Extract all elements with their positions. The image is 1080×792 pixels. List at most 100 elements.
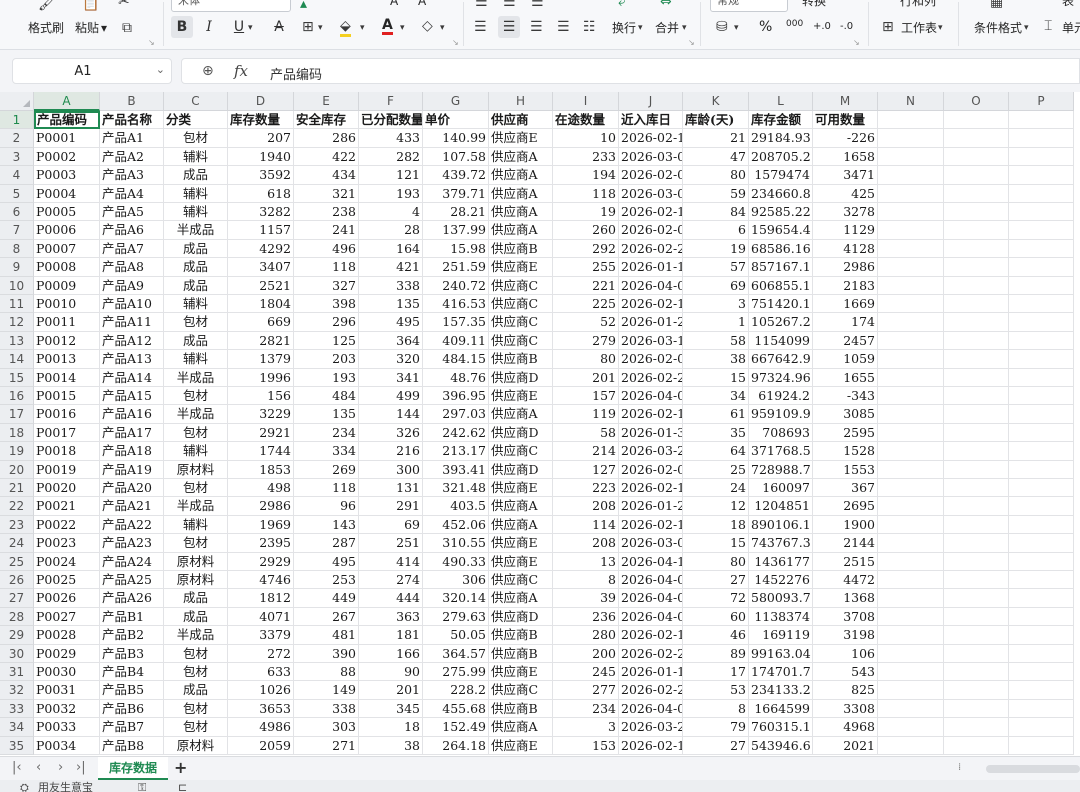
table-cell[interactable]: 303 — [294, 718, 359, 737]
table-cell[interactable]: 127 — [553, 460, 619, 479]
number-launcher-icon[interactable]: ↘ — [853, 38, 860, 47]
table-cell[interactable] — [1009, 736, 1074, 755]
row-header[interactable]: 30 — [0, 644, 34, 663]
table-cell[interactable]: 2026-04-0 — [619, 571, 683, 590]
table-cell[interactable]: P0026 — [34, 589, 100, 608]
table-cell[interactable] — [878, 295, 944, 314]
table-cell[interactable]: 242.62 — [423, 423, 489, 443]
table-cell[interactable]: 46 — [683, 626, 749, 645]
table-cell[interactable] — [944, 681, 1009, 700]
table-cell[interactable] — [1009, 479, 1074, 498]
table-cell[interactable]: 半成品 — [164, 221, 228, 240]
table-cell[interactable]: 2929 — [228, 552, 294, 571]
table-cell[interactable] — [1009, 552, 1074, 571]
table-cell[interactable]: P0024 — [34, 552, 100, 571]
underline-button[interactable]: U — [228, 16, 250, 38]
table-cell[interactable] — [944, 387, 1009, 406]
table-cell[interactable]: 供应商B — [489, 626, 553, 645]
table-cell[interactable]: 193 — [359, 184, 423, 203]
table-cell[interactable]: 207 — [228, 129, 294, 148]
table-cell[interactable]: 481 — [294, 626, 359, 645]
table-cell[interactable]: 169119 — [749, 626, 813, 645]
table-cell[interactable]: 275.99 — [423, 663, 489, 682]
table-cell[interactable]: 6 — [683, 221, 749, 240]
font-shrink-button[interactable]: A — [418, 0, 426, 8]
table-cell[interactable]: 1812 — [228, 589, 294, 608]
table-cell[interactable]: 2026-01-3 — [619, 423, 683, 443]
table-cell[interactable]: 2521 — [228, 276, 294, 295]
table-cell[interactable] — [1009, 331, 1074, 351]
table-cell[interactable]: 200 — [553, 644, 619, 663]
row-header[interactable]: 32 — [0, 681, 34, 700]
table-cell[interactable] — [878, 699, 944, 719]
table-cell[interactable]: 1853 — [228, 460, 294, 479]
table-cell[interactable]: 35 — [683, 423, 749, 443]
table-cell[interactable]: 439.72 — [423, 166, 489, 185]
table-cell[interactable]: 1157 — [228, 221, 294, 240]
status-tool-icon[interactable]: ⚿ — [138, 782, 146, 792]
freeze-button[interactable]: 单元 — [1062, 21, 1080, 35]
table-cell[interactable] — [878, 405, 944, 424]
table-cell[interactable]: 425 — [813, 184, 878, 203]
table-cell[interactable] — [944, 239, 1009, 259]
table-cell[interactable]: 203 — [294, 350, 359, 369]
table-cell[interactable]: 225 — [553, 295, 619, 314]
table-cell[interactable] — [944, 184, 1009, 203]
header-cell[interactable]: 供应商 — [489, 111, 553, 130]
justify-icon[interactable]: ☰ — [557, 19, 570, 35]
table-cell[interactable]: 164 — [359, 239, 423, 259]
table-cell[interactable]: 495 — [359, 313, 423, 332]
table-cell[interactable]: 2026-04-0 — [619, 607, 683, 627]
table-cell[interactable]: 149 — [294, 681, 359, 700]
table-cell[interactable]: 2515 — [813, 552, 878, 571]
table-cell[interactable] — [944, 295, 1009, 314]
table-cell[interactable]: 供应商E — [489, 258, 553, 277]
table-cell[interactable]: 供应商A — [489, 405, 553, 424]
column-header-f[interactable]: F — [359, 92, 423, 111]
table-cell[interactable]: 半成品 — [164, 497, 228, 516]
table-cell[interactable] — [944, 276, 1009, 295]
table-cell[interactable] — [944, 368, 1009, 387]
table-cell[interactable]: 174701.7 — [749, 663, 813, 682]
table-cell[interactable]: 产品A8 — [100, 258, 164, 277]
table-cell[interactable]: 159654.4 — [749, 221, 813, 240]
table-cell[interactable]: 416.53 — [423, 295, 489, 314]
distributed-icon[interactable]: ☷ — [583, 19, 596, 35]
table-cell[interactable]: 3471 — [813, 166, 878, 185]
table-cell[interactable]: 201 — [553, 368, 619, 387]
table-cell[interactable]: 4746 — [228, 571, 294, 590]
table-cell[interactable]: 422 — [294, 147, 359, 167]
table-cell[interactable]: 产品A21 — [100, 497, 164, 516]
chevron-down-icon[interactable]: ▾ — [400, 20, 405, 36]
row-header[interactable]: 7 — [0, 221, 34, 240]
table-cell[interactable]: 供应商E — [489, 736, 553, 755]
table-cell[interactable]: 产品A16 — [100, 405, 164, 424]
table-cell[interactable]: 72 — [683, 589, 749, 608]
table-cell[interactable] — [878, 166, 944, 185]
table-cell[interactable]: P0033 — [34, 718, 100, 737]
table-cell[interactable]: 1138374 — [749, 607, 813, 627]
table-cell[interactable]: 334 — [294, 442, 359, 461]
table-cell[interactable]: 2026-02-1 — [619, 405, 683, 424]
table-cell[interactable]: 产品B2 — [100, 626, 164, 645]
table-cell[interactable]: 27 — [683, 571, 749, 590]
convert-button[interactable]: 转换 — [802, 0, 826, 8]
row-header[interactable]: 20 — [0, 460, 34, 479]
table-cell[interactable]: 50.05 — [423, 626, 489, 645]
table-cell[interactable] — [944, 460, 1009, 479]
table-cell[interactable]: 234 — [294, 423, 359, 443]
table-cell[interactable]: 1379 — [228, 350, 294, 369]
table-cell[interactable]: 1 — [683, 313, 749, 332]
table-cell[interactable]: 供应商A — [489, 718, 553, 737]
table-cell[interactable]: 279.63 — [423, 607, 489, 627]
table-cell[interactable]: P0028 — [34, 626, 100, 645]
table-cell[interactable]: 2026-01-1 — [619, 663, 683, 682]
table-cell[interactable]: 2021 — [813, 736, 878, 755]
table-cell[interactable]: 1658 — [813, 147, 878, 167]
table-cell[interactable] — [1009, 129, 1074, 148]
table-cell[interactable]: 2026-02-1 — [619, 129, 683, 148]
table-cell[interactable]: 118 — [553, 184, 619, 203]
table-cell[interactable]: 产品A9 — [100, 276, 164, 295]
table-cell[interactable] — [1009, 607, 1074, 627]
table-cell[interactable]: 208 — [553, 497, 619, 516]
